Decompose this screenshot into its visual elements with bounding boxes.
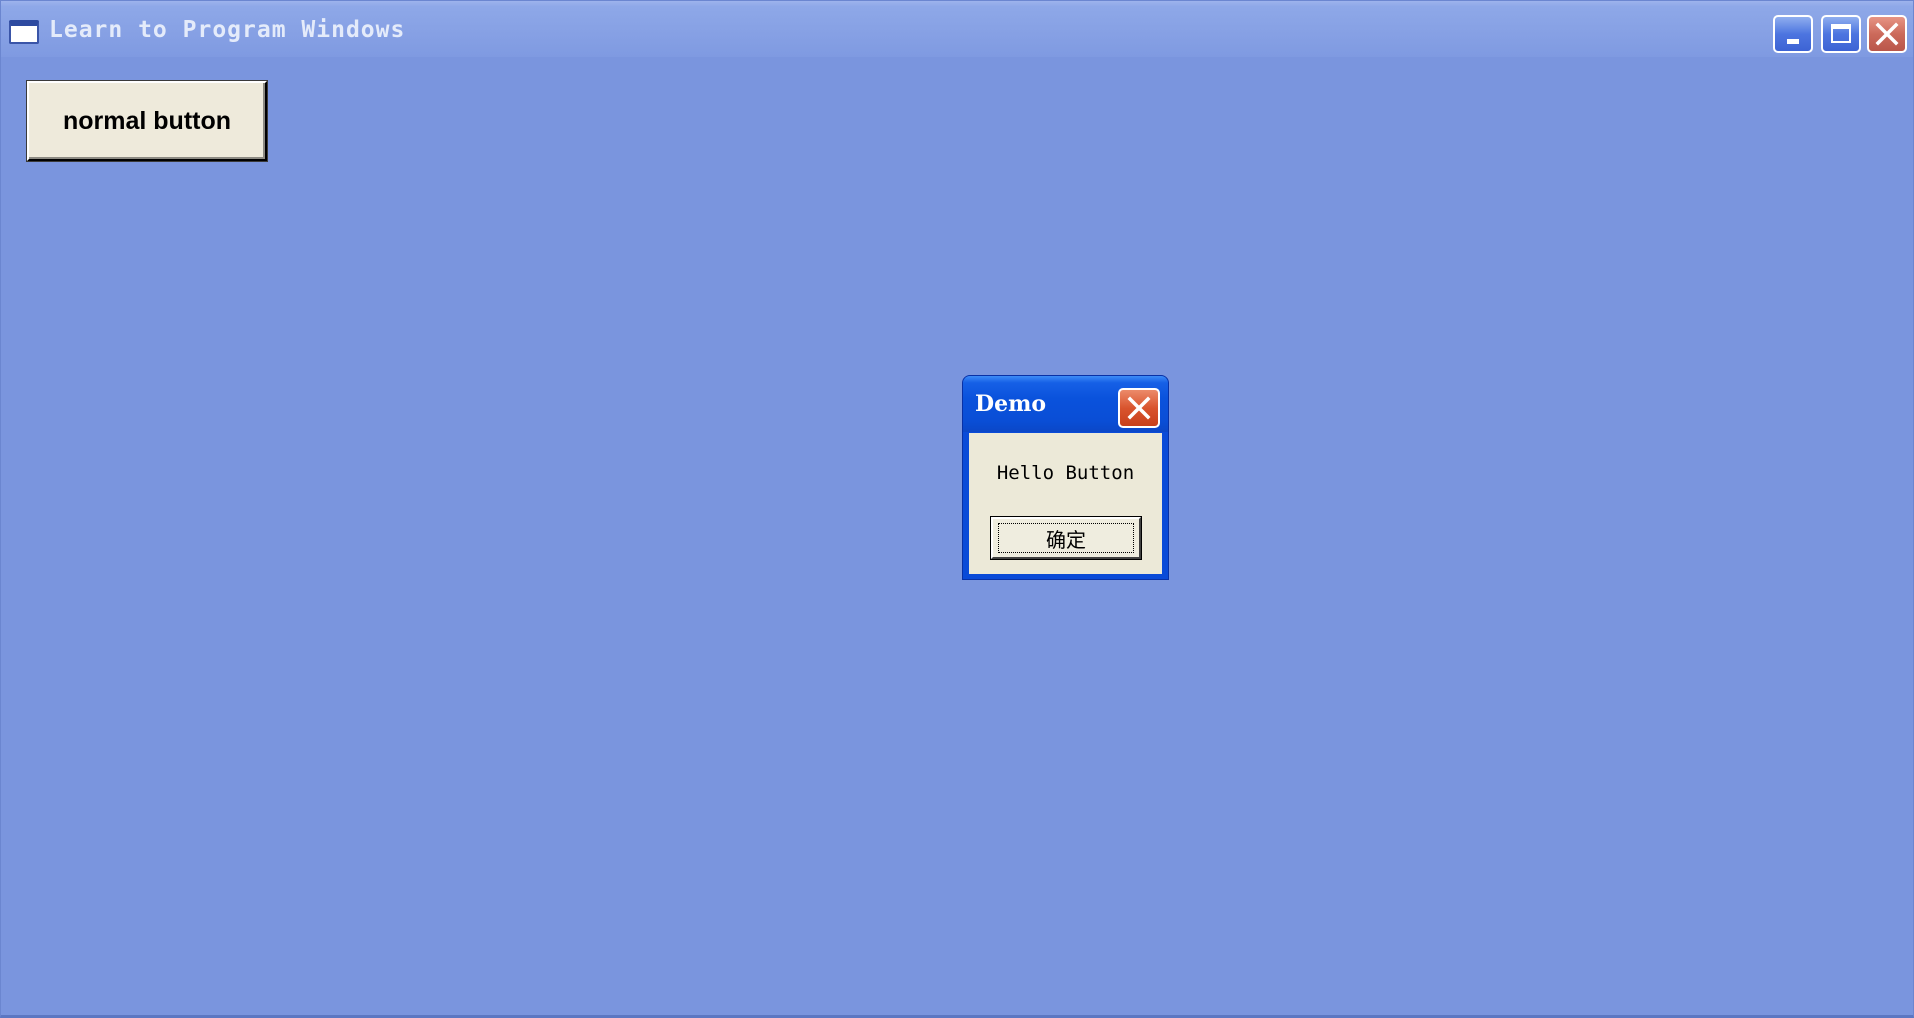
dialog-title: Demo <box>975 391 1047 417</box>
maximize-icon <box>1831 24 1851 43</box>
ok-button-label: 确定 <box>998 523 1134 553</box>
main-window: Learn to Program Windows normal button D… <box>0 0 1914 1018</box>
app-window-icon <box>9 20 39 44</box>
ok-button[interactable]: 确定 <box>991 517 1141 559</box>
maximize-button[interactable] <box>1821 15 1861 53</box>
window-close-button[interactable] <box>1867 15 1907 53</box>
window-titlebar[interactable]: Learn to Program Windows <box>1 1 1913 57</box>
minimize-button[interactable] <box>1773 15 1813 53</box>
close-icon <box>1127 396 1151 420</box>
dialog-message: Hello Button <box>996 462 1135 484</box>
dialog-body: Hello Button 确定 <box>969 433 1162 574</box>
dialog-titlebar[interactable]: Demo <box>963 376 1168 432</box>
window-title: Learn to Program Windows <box>49 17 406 43</box>
dialog-close-button[interactable] <box>1118 388 1160 428</box>
normal-button[interactable]: normal button <box>27 81 267 161</box>
demo-dialog: Demo Hello Button 确定 <box>962 375 1169 580</box>
close-icon <box>1875 22 1899 46</box>
minimize-icon <box>1787 39 1799 44</box>
